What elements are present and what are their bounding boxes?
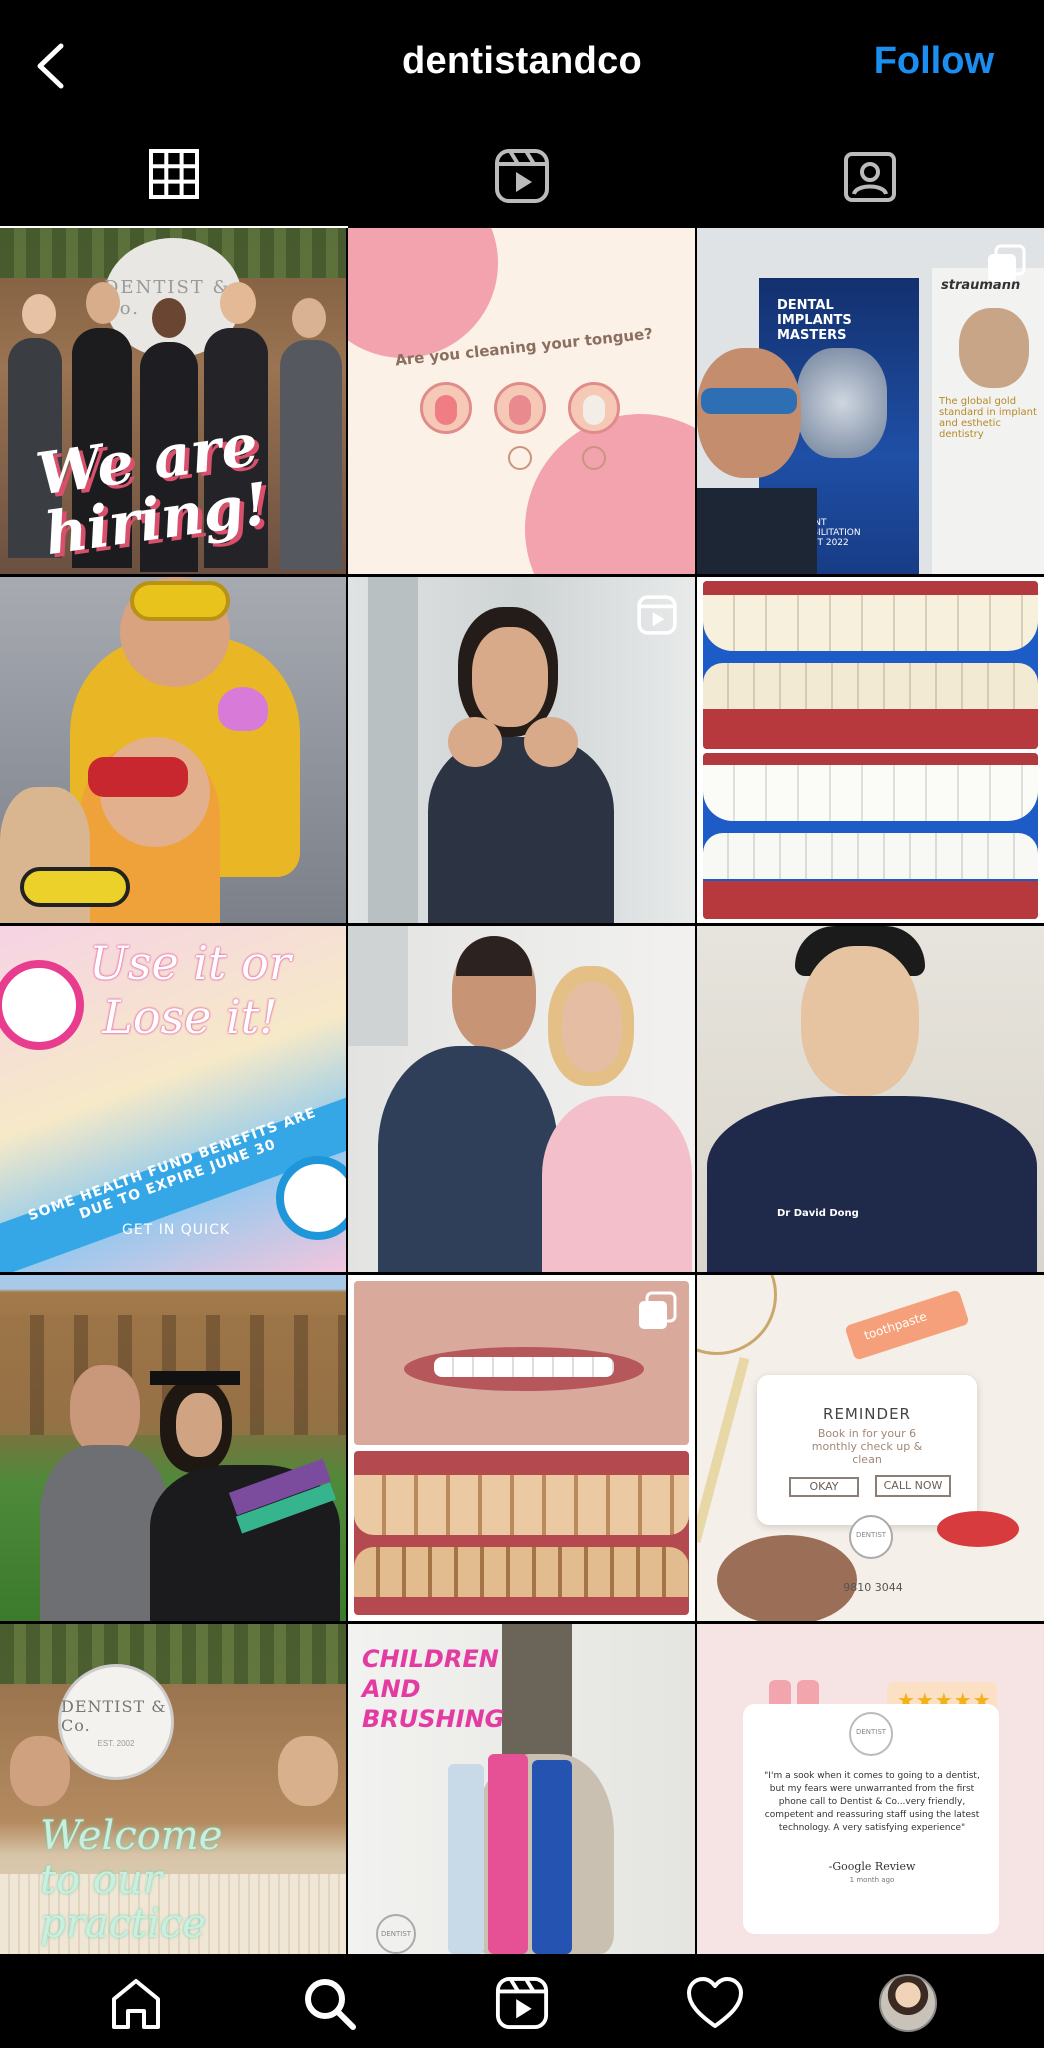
- post-caption: Welcome to our practice: [40, 1813, 223, 1947]
- post-caption: Dr David Dong: [777, 1208, 859, 1219]
- post-tile[interactable]: DENTIST & Co. We are hiring!: [0, 228, 346, 574]
- follow-button[interactable]: Follow: [874, 40, 994, 83]
- post-caption: Use it or Lose it!: [89, 936, 291, 1044]
- post-tile[interactable]: [0, 577, 346, 923]
- home-icon: [112, 1979, 161, 2029]
- nav-reels[interactable]: [482, 1963, 562, 2043]
- post-tile[interactable]: [0, 1275, 346, 1621]
- nav-home[interactable]: [96, 1963, 176, 2043]
- post-tile[interactable]: DENTIST & Co. EST. 2002 Welcome to our p…: [0, 1624, 346, 1954]
- tab-posts-grid[interactable]: [0, 130, 348, 228]
- nav-search[interactable]: [289, 1963, 369, 2043]
- alarm-clock: [276, 1156, 346, 1240]
- nav-profile[interactable]: [868, 1963, 948, 2043]
- post-tile[interactable]: CHILDREN AND BRUSHING DENTIST: [348, 1624, 695, 1954]
- post-tile[interactable]: Dr David Dong: [697, 926, 1044, 1272]
- post-tile[interactable]: [348, 577, 695, 923]
- nav-activity[interactable]: [675, 1963, 755, 2043]
- bottom-navigation: [0, 1958, 1044, 2048]
- post-tile[interactable]: REMINDER Book in for your 6 monthly chec…: [697, 1275, 1044, 1621]
- avatar: [878, 1974, 937, 2032]
- review-text: "I'm a sook when it comes to going to a …: [764, 1771, 980, 1833]
- post-tile[interactable]: Use it or Lose it! SOME HEALTH FUND BENE…: [0, 926, 346, 1272]
- post-tile[interactable]: DENTAL IMPLANTS MASTERS IMPLANT REHABILI…: [697, 228, 1044, 574]
- reels-icon: [495, 1976, 549, 2030]
- reels-icon: [637, 595, 677, 635]
- dentist-logo: DENTIST & Co. EST. 2002: [58, 1664, 174, 1780]
- post-caption: DENTAL IMPLANTS MASTERS: [777, 298, 852, 343]
- heart-icon: [686, 1977, 743, 2028]
- person-selfie: [697, 348, 817, 574]
- post-tile[interactable]: [697, 577, 1044, 923]
- post-tile[interactable]: [348, 1275, 695, 1621]
- search-icon: [305, 1979, 357, 2030]
- grid-icon: [149, 149, 199, 199]
- post-tile[interactable]: Are you cleaning your tongue?: [348, 228, 695, 574]
- post-tile[interactable]: [348, 926, 695, 1272]
- carousel-icon: [988, 244, 1026, 282]
- tab-reels[interactable]: [348, 130, 696, 228]
- post-tile[interactable]: ★★★★★ DENTIST "I'm a sook when it comes …: [697, 1624, 1044, 1954]
- profile-tabs: [0, 130, 1044, 228]
- post-caption: CHILDREN AND BRUSHING: [362, 1645, 505, 1733]
- tagged-icon: [844, 152, 896, 202]
- alarm-clock: [0, 960, 84, 1050]
- profile-header: dentistandco Follow: [0, 0, 1044, 130]
- reminder-title: REMINDER: [823, 1405, 911, 1423]
- tab-tagged[interactable]: [696, 130, 1044, 228]
- reels-icon: [495, 149, 549, 203]
- posts-grid: DENTIST & Co. We are hiring! Are you cle…: [0, 228, 1044, 1970]
- carousel-icon: [639, 1291, 677, 1329]
